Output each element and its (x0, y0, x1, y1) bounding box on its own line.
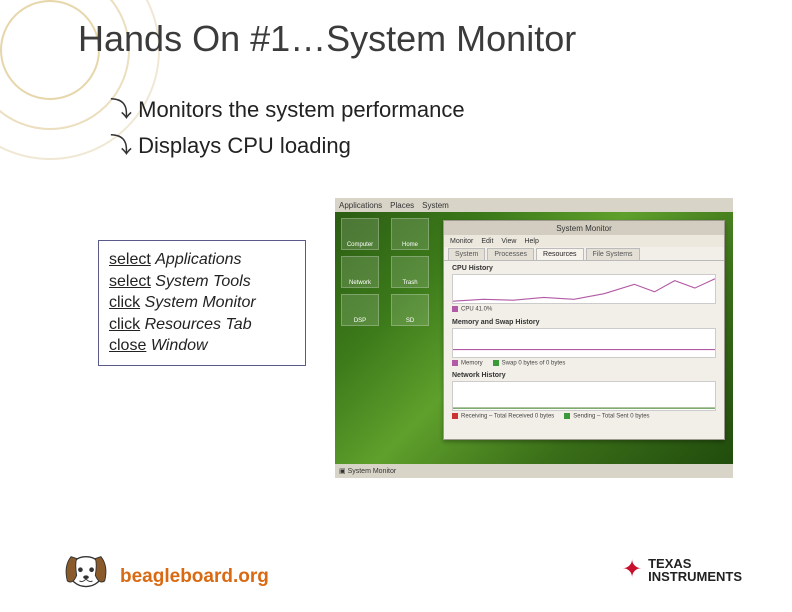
cpu-graph (452, 274, 716, 304)
menu-system[interactable]: System (422, 201, 449, 210)
menu-item[interactable]: View (501, 238, 516, 245)
instruction-line: select Applications (109, 249, 295, 271)
beagleboard-logo: beagleboard.org (58, 538, 269, 594)
legend-item: Receiving – Total Received 0 bytes (452, 413, 554, 420)
tab-bar: System Processes Resources File Systems (444, 247, 724, 261)
network-graph (452, 381, 716, 411)
list-item: ⤵ Monitors the system performance (110, 92, 465, 124)
beagle-dog-icon (58, 538, 114, 594)
tab-system[interactable]: System (448, 248, 485, 260)
gnome-top-panel: Applications Places System (335, 198, 733, 212)
desktop-icon[interactable]: DSP (341, 294, 379, 326)
legend-item: Memory (452, 360, 483, 367)
instruction-box: select Applications select System Tools … (98, 240, 306, 366)
ti-logo: ✦ TEXAS INSTRUMENTS (622, 557, 742, 584)
beagleboard-text: beagleboard.org (120, 566, 269, 594)
memory-graph (452, 328, 716, 358)
menu-places[interactable]: Places (390, 201, 414, 210)
list-item: ⤵ Displays CPU loading (110, 128, 465, 160)
window-title-bar[interactable]: System Monitor (444, 221, 724, 235)
menu-item[interactable]: Help (524, 238, 538, 245)
section-title: Memory and Swap History (452, 319, 716, 326)
desktop-icon[interactable]: Computer (341, 218, 379, 250)
embedded-screenshot: Applications Places System Computer Home… (335, 198, 733, 478)
desktop-icon[interactable]: Home (391, 218, 429, 250)
memory-section: Memory and Swap History Memory Swap 0 by… (444, 315, 724, 369)
desktop-icon[interactable]: SD (391, 294, 429, 326)
bullet-icon: ⤵ (110, 128, 132, 160)
section-title: CPU History (452, 265, 716, 272)
instruction-line: close Window (109, 335, 295, 357)
menu-applications[interactable]: Applications (339, 201, 382, 210)
bullet-list: ⤵ Monitors the system performance ⤵ Disp… (110, 92, 465, 164)
instruction-line: select System Tools (109, 271, 295, 293)
network-section: Network History Receiving – Total Receiv… (444, 368, 724, 422)
tab-filesystems[interactable]: File Systems (586, 248, 640, 260)
desktop-icon[interactable]: Trash (391, 256, 429, 288)
ti-chip-icon: ✦ (622, 558, 642, 582)
section-title: Network History (452, 372, 716, 379)
instruction-line: click Resources Tab (109, 314, 295, 336)
ti-text: TEXAS INSTRUMENTS (648, 557, 742, 584)
tab-processes[interactable]: Processes (487, 248, 534, 260)
instruction-line: click System Monitor (109, 292, 295, 314)
legend-item: CPU 41.0% (452, 306, 492, 313)
legend-item: Sending – Total Sent 0 bytes (564, 413, 649, 420)
bullet-text: Monitors the system performance (138, 97, 464, 122)
system-monitor-window: System Monitor Monitor Edit View Help Sy… (443, 220, 725, 440)
taskbar-item[interactable]: ▣ System Monitor (339, 467, 396, 475)
window-title: System Monitor (556, 224, 612, 233)
gnome-bottom-panel: ▣ System Monitor (335, 464, 733, 478)
desktop-icon[interactable]: Network (341, 256, 379, 288)
bullet-icon: ⤵ (110, 92, 132, 124)
menu-item[interactable]: Edit (481, 238, 493, 245)
slide-title: Hands On #1…System Monitor (78, 18, 576, 60)
desktop-icons: Computer Home Network Trash DSP SD (341, 218, 431, 326)
tab-resources[interactable]: Resources (536, 248, 583, 260)
window-menu-bar: Monitor Edit View Help (444, 235, 724, 247)
menu-item[interactable]: Monitor (450, 238, 473, 245)
cpu-section: CPU History CPU 41.0% (444, 261, 724, 315)
bullet-text: Displays CPU loading (138, 133, 351, 158)
legend-item: Swap 0 bytes of 0 bytes (493, 360, 566, 367)
